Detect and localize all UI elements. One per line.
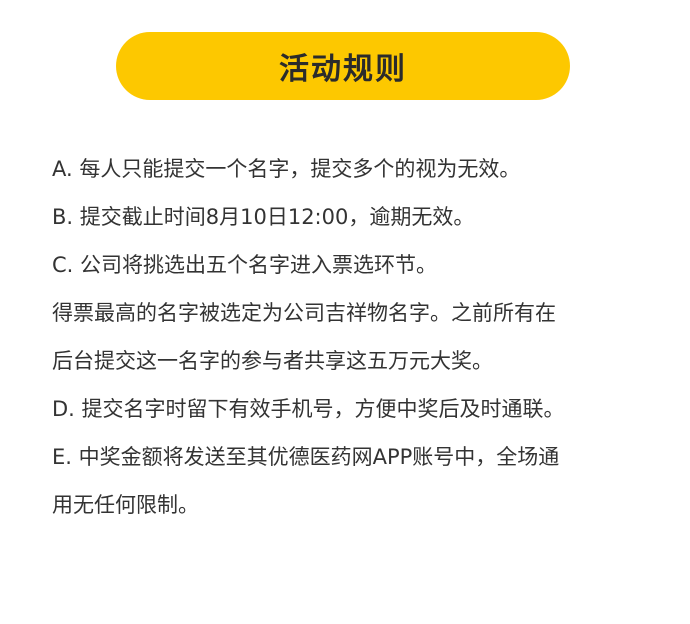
rule-line-c-continued-2: 后台提交这一名字的参与者共享这五万元大奖。 — [52, 349, 493, 373]
rule-line-c-continued-1: 得票最高的名字被选定为公司吉祥物名字。之前所有在 — [52, 301, 556, 325]
rule-line-a: A. 每人只能提交一个名字，提交多个的视为无效。 — [52, 157, 521, 181]
rule-line-b: B. 提交截止时间8月10日12:00，逾期无效。 — [52, 205, 475, 229]
page-title: 活动规则 — [279, 52, 407, 87]
rule-line-e: E. 中奖金额将发送至其优德医药网APP账号中，全场通 — [52, 445, 560, 469]
title-banner: 活动规则 — [116, 32, 570, 100]
rule-line-d: D. 提交名字时留下有效手机号，方便中奖后及时通联。 — [52, 397, 565, 421]
rules-list: A. 每人只能提交一个名字，提交多个的视为无效。 B. 提交截止时间8月10日1… — [52, 145, 652, 529]
rule-line-e-continued: 用无任何限制。 — [52, 493, 199, 517]
rule-line-c: C. 公司将挑选出五个名字进入票选环节。 — [52, 253, 438, 277]
